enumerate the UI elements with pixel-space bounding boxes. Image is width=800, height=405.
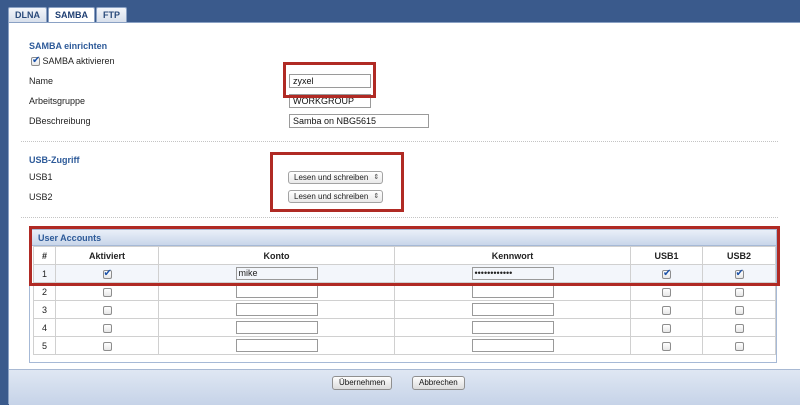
row-usb1-checkbox[interactable] xyxy=(662,323,671,333)
account-input[interactable] xyxy=(235,339,318,352)
tab-bar: DLNA SAMBA FTP xyxy=(8,7,128,24)
row-number: 3 xyxy=(33,300,56,319)
table-row: 5 xyxy=(33,336,776,355)
table-row: 1 mike •••••••••••• xyxy=(33,264,776,283)
select-arrows-icon: ⇕ xyxy=(373,193,380,200)
row-number: 5 xyxy=(33,336,56,355)
row-usb2-checkbox[interactable] xyxy=(734,341,744,351)
col-num-header: # xyxy=(33,246,56,265)
user-accounts-box: User Accounts # Aktiviert Konto Kennwort… xyxy=(29,229,777,363)
row-active-checkbox[interactable] xyxy=(102,268,112,279)
password-input[interactable] xyxy=(471,285,554,298)
password-input[interactable]: •••••••••••• xyxy=(471,267,554,280)
description-label: DBeschreibung xyxy=(29,116,91,126)
usb2-access-value: Lesen und schreiben xyxy=(294,192,369,201)
row-usb1-checkbox[interactable] xyxy=(662,305,671,315)
apply-button[interactable]: Übernehmen xyxy=(332,376,393,390)
usb1-access-value: Lesen und schreiben xyxy=(294,173,369,182)
table-header-row: # Aktiviert Konto Kennwort USB1 USB2 xyxy=(33,246,776,265)
usb2-label: USB2 xyxy=(29,192,53,202)
user-accounts-title: User Accounts xyxy=(30,230,776,246)
password-input[interactable] xyxy=(471,321,554,334)
action-footer: Übernehmen Abbrechen xyxy=(9,369,800,405)
usb1-label: USB1 xyxy=(29,172,53,182)
description-input[interactable] xyxy=(289,114,429,128)
password-input[interactable] xyxy=(471,303,554,316)
row-usb2-checkbox[interactable] xyxy=(734,268,744,279)
name-label: Name xyxy=(29,76,54,86)
row-active-checkbox[interactable] xyxy=(102,323,112,333)
tab-dlna[interactable]: DLNA xyxy=(8,7,47,23)
table-row: 3 xyxy=(33,300,776,319)
row-usb2-checkbox[interactable] xyxy=(734,287,744,297)
col-account-header: Konto xyxy=(158,246,395,265)
row-active-checkbox[interactable] xyxy=(102,287,112,297)
row-number: 4 xyxy=(33,318,56,337)
section-divider xyxy=(21,217,778,218)
row-usb1-checkbox[interactable] xyxy=(662,341,671,351)
cancel-button[interactable]: Abbrechen xyxy=(412,376,465,390)
samba-enable-checkbox[interactable] xyxy=(31,55,40,67)
account-input[interactable] xyxy=(235,303,318,316)
tab-ftp[interactable]: FTP xyxy=(96,7,127,23)
col-active-header: Aktiviert xyxy=(55,246,159,265)
samba-section-title: SAMBA einrichten xyxy=(29,41,108,51)
row-usb1-checkbox[interactable] xyxy=(662,268,671,279)
workgroup-input[interactable] xyxy=(289,94,371,108)
samba-enable-row: SAMBA aktivieren xyxy=(31,55,115,67)
row-active-checkbox[interactable] xyxy=(102,305,112,315)
usb1-access-select[interactable]: Lesen und schreiben ⇕ xyxy=(288,171,384,184)
select-arrows-icon: ⇕ xyxy=(373,174,380,181)
table-row: 2 xyxy=(33,282,776,301)
usb2-access-select[interactable]: Lesen und schreiben ⇕ xyxy=(288,190,384,203)
col-usb2-header: USB2 xyxy=(702,246,776,265)
row-number: 1 xyxy=(33,264,56,283)
col-usb1-header: USB1 xyxy=(630,246,703,265)
row-usb2-checkbox[interactable] xyxy=(734,323,744,333)
section-divider xyxy=(21,141,778,142)
row-active-checkbox[interactable] xyxy=(102,341,112,351)
name-input[interactable] xyxy=(289,74,371,88)
row-usb2-checkbox[interactable] xyxy=(734,305,744,315)
account-input[interactable] xyxy=(235,321,318,334)
row-number: 2 xyxy=(33,282,56,301)
account-input[interactable]: mike xyxy=(235,267,318,280)
row-usb1-checkbox[interactable] xyxy=(662,287,671,297)
user-accounts-table: # Aktiviert Konto Kennwort USB1 USB2 1 m… xyxy=(33,246,776,355)
usb-section-title: USB-Zugriff xyxy=(29,155,80,165)
password-input[interactable] xyxy=(471,339,554,352)
col-password-header: Kennwort xyxy=(394,246,631,265)
table-row: 4 xyxy=(33,318,776,337)
account-input[interactable] xyxy=(235,285,318,298)
samba-enable-label: SAMBA aktivieren xyxy=(42,56,115,66)
workgroup-label: Arbeitsgruppe xyxy=(29,96,86,106)
